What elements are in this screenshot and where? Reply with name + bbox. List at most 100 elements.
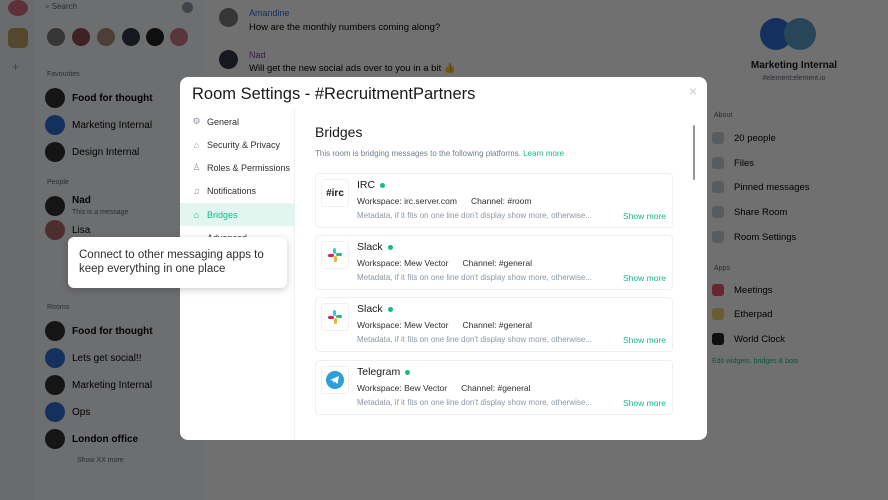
room-item[interactable]: Marketing Internal: [45, 375, 152, 395]
tab-notifications[interactable]: ♫ Notifications: [180, 179, 295, 202]
add-space-icon[interactable]: +: [12, 60, 19, 74]
clock-icon: [712, 333, 724, 345]
space-avatar[interactable]: [8, 28, 28, 48]
avatar: [219, 50, 238, 69]
pin-icon: [712, 181, 724, 193]
section-heading: Bridges: [315, 124, 363, 140]
room-avatar: [45, 375, 65, 395]
avatar[interactable]: [72, 28, 90, 46]
channel: Channel: #general: [462, 320, 532, 330]
app-item[interactable]: Etherpad: [712, 308, 773, 320]
tab-roles[interactable]: ♙ Roles & Permissions: [180, 156, 295, 179]
item-label: Room Settings: [734, 231, 797, 243]
room-name: Marketing Internal: [750, 60, 838, 71]
dm-item[interactable]: Nad This is a message: [45, 195, 128, 217]
bridge-details: Workspace: Bew Vector Channel: #general: [357, 383, 545, 393]
files-icon: [712, 157, 724, 169]
tab-general[interactable]: ⚙ General: [180, 110, 295, 133]
section-rooms[interactable]: Rooms: [47, 304, 69, 311]
show-more-link[interactable]: Show more: [623, 335, 666, 345]
people-item[interactable]: 20 people: [712, 132, 776, 144]
meetings-icon: [712, 284, 724, 296]
message-text: How are the monthly numbers coming along…: [249, 22, 441, 33]
badge-icon: ♙: [192, 162, 201, 172]
tab-label: Bridges: [207, 209, 238, 220]
room-item[interactable]: Lets get social!!: [45, 348, 141, 368]
channel: Channel: #room: [470, 196, 532, 206]
explore-icon[interactable]: [182, 2, 193, 13]
section-people[interactable]: People: [47, 179, 69, 186]
bridge-details: Workspace: irc.server.com Channel: #room: [357, 196, 545, 206]
room-item[interactable]: Food for thought: [45, 88, 153, 108]
avatar[interactable]: [47, 28, 65, 46]
room-name: Food for thought: [72, 325, 153, 337]
files-item[interactable]: Files: [712, 157, 754, 169]
scrollbar[interactable]: [693, 125, 695, 180]
spaces-bar: +: [0, 0, 35, 500]
avatar: [45, 196, 65, 216]
avatar[interactable]: [122, 28, 140, 46]
settings-item[interactable]: Room Settings: [712, 231, 796, 243]
bridge-card: Slack Workspace: Mew Vector Channel: #gen…: [315, 235, 673, 290]
space-avatar[interactable]: [8, 0, 28, 16]
tab-label: Roles & Permissions: [207, 162, 291, 173]
avatar[interactable]: [146, 28, 164, 46]
message-text: Will get the new social ads over to you …: [249, 63, 456, 74]
bridge-metadata: Metadata, if it fits on one line don't d…: [357, 273, 592, 282]
bridge-name: Slack: [357, 241, 393, 253]
room-avatar: [45, 88, 65, 108]
learn-more-link[interactable]: Learn more: [523, 149, 564, 158]
slack-logo: [321, 241, 349, 269]
about-label: About: [714, 112, 733, 119]
bridge-card: #irc IRC Workspace: irc.server.com Channe…: [315, 173, 673, 228]
section-favourites[interactable]: Favourites: [47, 71, 80, 78]
room-item[interactable]: Marketing Internal: [45, 115, 152, 135]
sender-name[interactable]: Nad: [249, 50, 266, 60]
bridge-name: IRC: [357, 179, 386, 191]
bridge-card: Slack Workspace: Mew Vector Channel: #gen…: [315, 297, 673, 352]
edit-widgets-link[interactable]: Edit widgets, bridges & bots: [712, 358, 798, 365]
room-item[interactable]: Design Internal: [45, 142, 139, 162]
room-item[interactable]: Food for thought: [45, 321, 153, 341]
avatar[interactable]: [170, 28, 188, 46]
app-item[interactable]: World Clock: [712, 333, 785, 345]
status-dot: [387, 244, 393, 250]
share-item[interactable]: Share Room: [712, 206, 787, 218]
settings-icon: [712, 231, 724, 243]
pinned-item[interactable]: Pinned messages: [712, 181, 810, 193]
room-alias: #element:element.io: [762, 75, 826, 82]
bridge-metadata: Metadata, if it fits on one line don't d…: [357, 398, 592, 407]
workspace: Workspace: Mew Vector: [357, 258, 449, 268]
room-name: Marketing Internal: [72, 119, 153, 131]
workspace: Workspace: irc.server.com: [357, 196, 457, 206]
gear-icon: ⚙: [192, 116, 201, 126]
tab-bridges[interactable]: ⌂ Bridges: [180, 203, 295, 226]
show-more-link[interactable]: Show more: [623, 398, 666, 408]
sender-name[interactable]: Amandine: [249, 8, 290, 18]
room-name: Design Internal: [72, 146, 140, 158]
search-input[interactable]: ⌕ Search: [45, 2, 165, 16]
room-item[interactable]: London office: [45, 429, 138, 449]
item-label: Etherpad: [734, 308, 773, 320]
show-more-link[interactable]: Show more: [623, 273, 666, 283]
room-name: Marketing Internal: [72, 379, 153, 391]
tab-security[interactable]: ⌂ Security & Privacy: [180, 133, 295, 156]
show-more-rooms[interactable]: Show XX more: [77, 457, 124, 464]
show-more-link[interactable]: Show more: [623, 211, 666, 221]
etherpad-icon: [712, 308, 724, 320]
tab-label: Notifications: [207, 185, 257, 196]
telegram-logo: [321, 366, 349, 394]
avatar: [219, 8, 238, 27]
bridge-name: Slack: [357, 303, 393, 315]
bridge-name: Telegram: [357, 366, 411, 378]
close-icon[interactable]: ×: [689, 83, 697, 99]
tab-label: General: [207, 116, 240, 127]
room-name: Ops: [72, 406, 91, 418]
room-item[interactable]: Ops: [45, 402, 90, 422]
room-name: Food for thought: [72, 92, 153, 104]
item-label: Share Room: [734, 206, 788, 218]
section-description: This room is bridging messages to the fo…: [315, 149, 564, 158]
app-item[interactable]: Meetings: [712, 284, 773, 296]
tab-label: Security & Privacy: [207, 139, 281, 150]
avatar[interactable]: [97, 28, 115, 46]
